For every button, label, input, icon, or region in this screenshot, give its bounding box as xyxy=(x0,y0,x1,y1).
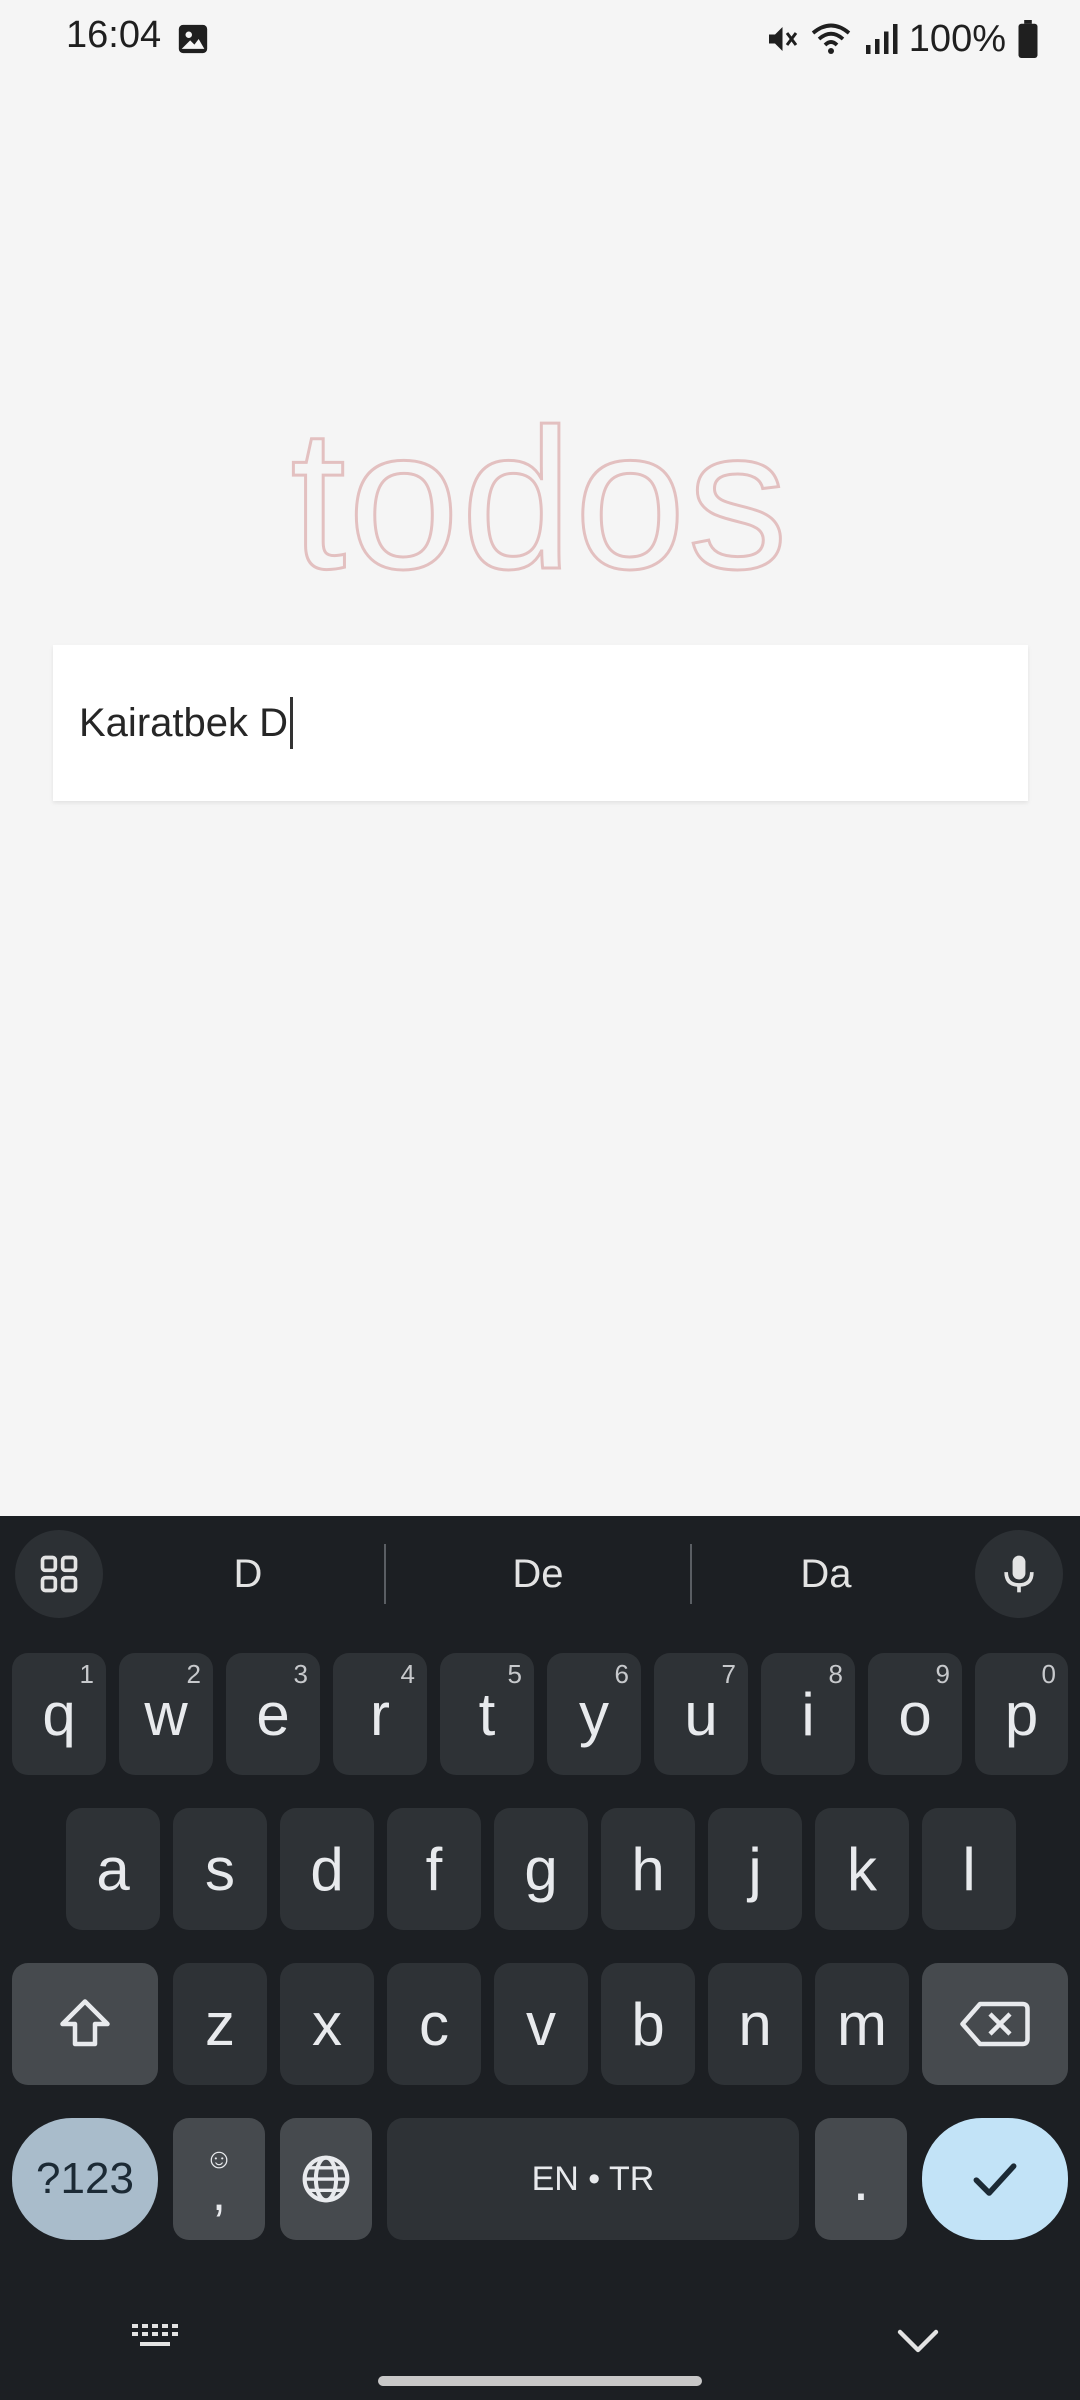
on-screen-keyboard: D De Da q1 w2 e3 r4 t5 y6 u7 i8 o9 p0 a … xyxy=(0,1516,1080,2400)
battery-icon xyxy=(1018,20,1038,58)
key-q[interactable]: q1 xyxy=(12,1653,106,1775)
key-t[interactable]: t5 xyxy=(440,1653,534,1775)
hide-keyboard-chevron-icon[interactable] xyxy=(894,2320,942,2360)
key-e[interactable]: e3 xyxy=(226,1653,320,1775)
signal-icon xyxy=(865,24,898,54)
enter-key[interactable] xyxy=(922,2118,1068,2240)
new-todo-input[interactable]: Kairatbek D xyxy=(53,645,1028,801)
text-cursor xyxy=(289,697,293,749)
image-icon xyxy=(178,24,208,54)
key-x[interactable]: x xyxy=(280,1963,374,2085)
period-key[interactable]: . xyxy=(815,2118,907,2240)
suggestion-2[interactable]: De xyxy=(438,1544,638,1604)
backspace-icon xyxy=(960,2001,1030,2047)
voice-input-button[interactable] xyxy=(975,1530,1063,1618)
microphone-icon xyxy=(1004,1555,1034,1593)
key-w[interactable]: w2 xyxy=(119,1653,213,1775)
key-o[interactable]: o9 xyxy=(868,1653,962,1775)
suggestion-divider xyxy=(690,1544,692,1604)
input-value: Kairatbek D xyxy=(79,700,288,745)
keyboard-toolbar: D De Da xyxy=(0,1516,1080,1628)
suggestion-1[interactable]: D xyxy=(148,1544,348,1604)
backspace-key[interactable] xyxy=(922,1963,1068,2085)
status-bar: 16:04 100% xyxy=(0,0,1080,80)
status-icons: 100% xyxy=(763,14,1040,64)
key-c[interactable]: c xyxy=(387,1963,481,2085)
key-j[interactable]: j xyxy=(708,1808,802,1930)
status-time: 16:04 xyxy=(66,14,162,56)
key-l[interactable]: l xyxy=(922,1808,1016,1930)
key-g[interactable]: g xyxy=(494,1808,588,1930)
symbols-key[interactable]: ?123 xyxy=(12,2118,158,2240)
suggestion-divider xyxy=(384,1544,386,1604)
app-title: todos xyxy=(0,398,1080,601)
shift-key[interactable] xyxy=(12,1963,158,2085)
app-title-text: todos xyxy=(289,388,790,611)
key-h[interactable]: h xyxy=(601,1808,695,1930)
mute-icon xyxy=(768,27,797,51)
key-v[interactable]: v xyxy=(494,1963,588,2085)
key-a[interactable]: a xyxy=(66,1808,160,1930)
key-d[interactable]: d xyxy=(280,1808,374,1930)
key-u[interactable]: u7 xyxy=(654,1653,748,1775)
key-z[interactable]: z xyxy=(173,1963,267,2085)
globe-icon xyxy=(302,2155,350,2203)
comma-label: , xyxy=(212,2165,226,2221)
key-b[interactable]: b xyxy=(601,1963,695,2085)
checkmark-icon xyxy=(973,2163,1017,2196)
battery-percentage: 100% xyxy=(908,17,1006,60)
keyboard-menu-button[interactable] xyxy=(15,1530,103,1618)
key-k[interactable]: k xyxy=(815,1808,909,1930)
emoji-comma-key[interactable]: ☺ , xyxy=(173,2118,265,2240)
new-todo-field[interactable]: Kairatbek D xyxy=(79,645,293,801)
key-p[interactable]: p0 xyxy=(975,1653,1068,1775)
key-i[interactable]: i8 xyxy=(761,1653,855,1775)
suggestion-3[interactable]: Da xyxy=(726,1544,926,1604)
key-n[interactable]: n xyxy=(708,1963,802,2085)
shift-icon xyxy=(60,1999,110,2047)
key-m[interactable]: m xyxy=(815,1963,909,2085)
grid-icon xyxy=(40,1555,78,1593)
key-s[interactable]: s xyxy=(173,1808,267,1930)
navigation-handle[interactable] xyxy=(378,2376,702,2386)
key-f[interactable]: f xyxy=(387,1808,481,1930)
key-r[interactable]: r4 xyxy=(333,1653,427,1775)
key-y[interactable]: y6 xyxy=(547,1653,641,1775)
space-key[interactable]: EN • TR xyxy=(387,2118,799,2240)
keyboard-switch-icon[interactable] xyxy=(130,2320,182,2354)
wifi-icon xyxy=(811,23,850,54)
language-key[interactable] xyxy=(280,2118,372,2240)
